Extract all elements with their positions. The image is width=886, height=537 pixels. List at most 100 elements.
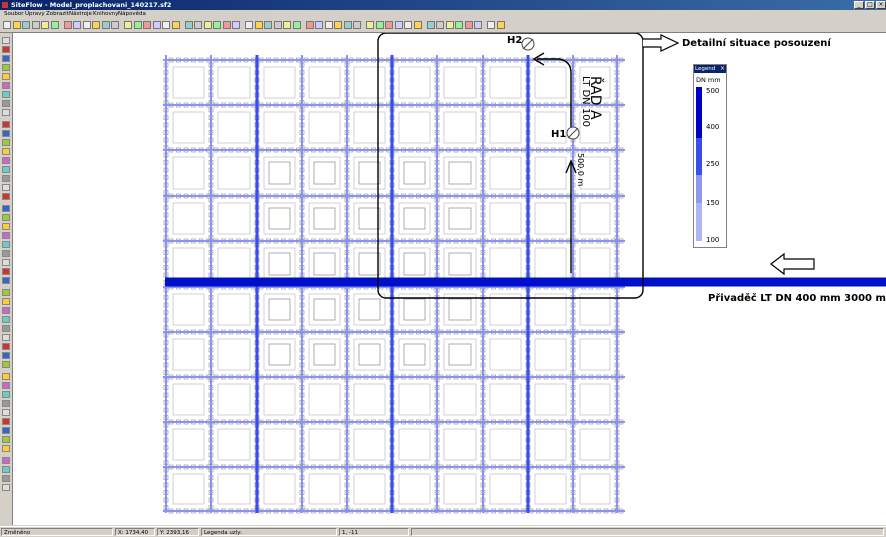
toolbar-button[interactable] [353,21,361,29]
tool-button[interactable] [2,361,10,368]
toolbar-button[interactable] [394,21,403,29]
toolbar-button[interactable] [315,21,323,29]
toolbar-button[interactable] [203,21,212,29]
tool-button[interactable] [2,166,10,173]
tool-button[interactable] [2,268,10,275]
toolbar-button[interactable] [101,21,110,29]
toolbar-button[interactable] [487,21,495,29]
toolbar-button[interactable] [111,21,119,29]
toolbar-button[interactable] [92,21,100,29]
tool-button[interactable] [2,457,10,464]
toolbar-button[interactable] [305,21,314,29]
tool-button[interactable] [2,307,10,314]
toolbar-button[interactable] [334,21,342,29]
tool-button[interactable] [2,325,10,332]
toolbar-button[interactable] [133,21,142,29]
toolbar-button[interactable] [184,21,193,29]
tool-button[interactable] [2,373,10,380]
tool-button[interactable] [2,130,10,137]
maximize-button[interactable]: □ [865,1,875,9]
tool-button[interactable] [2,205,10,212]
toolbar-button[interactable] [171,21,180,29]
toolbar-button[interactable] [464,21,473,29]
toolbar-button[interactable] [194,21,202,29]
toolbar-button[interactable] [436,21,444,29]
menu-napoveda[interactable]: Nápověda [118,10,146,19]
tool-button[interactable] [2,91,10,98]
toolbar-button[interactable] [292,21,301,29]
tool-button[interactable] [2,73,10,80]
tool-button[interactable] [2,298,10,305]
toolbar-button[interactable] [82,21,91,29]
drawing-canvas[interactable]: H2 H1 ŘAD A LT DN 100 500,0 m Detailní s… [13,33,886,525]
tool-button[interactable] [2,109,10,116]
legend-close-icon[interactable]: × [720,65,725,73]
menu-soubor[interactable]: Soubor [4,10,23,19]
menu-knihovny[interactable]: Knihovny [93,10,118,19]
toolbar-button[interactable] [63,21,72,29]
tool-button[interactable] [2,64,10,71]
tool-button[interactable] [2,436,10,443]
toolbar-button[interactable] [366,21,374,29]
toolbar-button[interactable] [232,21,240,29]
tool-button[interactable] [2,100,10,107]
toolbar-button[interactable] [254,21,263,29]
toolbar-button[interactable] [222,21,231,29]
tool-button[interactable] [2,343,10,350]
tool-button[interactable] [2,175,10,182]
menu-nastroje[interactable]: Nástroje [69,10,92,19]
tool-button[interactable] [2,148,10,155]
toolbar-button[interactable] [31,21,40,29]
tool-button[interactable] [2,193,10,200]
toolbar-button[interactable] [474,21,482,29]
toolbar-button[interactable] [124,21,132,29]
tool-button[interactable] [2,121,10,128]
toolbar-button[interactable] [455,21,463,29]
toolbar-button[interactable] [413,21,422,29]
toolbar-button[interactable] [324,21,333,29]
tool-button[interactable] [2,139,10,146]
tool-button[interactable] [2,37,10,44]
toolbar-button[interactable] [143,21,151,29]
tool-button[interactable] [2,46,10,53]
tool-button[interactable] [2,475,10,482]
tool-button[interactable] [2,289,10,296]
tool-button[interactable] [2,277,10,284]
tool-button[interactable] [2,352,10,359]
tool-button[interactable] [2,466,10,473]
minimize-button[interactable]: _ [854,1,864,9]
tool-button[interactable] [2,316,10,323]
tool-button[interactable] [2,82,10,89]
tool-button[interactable] [2,445,10,452]
toolbar-button[interactable] [73,21,81,29]
toolbar-button[interactable] [375,21,384,29]
tool-button[interactable] [2,400,10,407]
tool-button[interactable] [2,382,10,389]
toolbar-button[interactable] [264,21,272,29]
toolbar-button[interactable] [50,21,59,29]
tool-button[interactable] [2,157,10,164]
menu-upravy[interactable]: Úpravy [25,10,45,19]
toolbar-button[interactable] [426,21,435,29]
tool-button[interactable] [2,259,10,266]
toolbar-button[interactable] [41,21,49,29]
toolbar-button[interactable] [283,21,291,29]
toolbar-button[interactable] [3,21,11,29]
toolbar-button[interactable] [445,21,454,29]
toolbar-button[interactable] [245,21,253,29]
toolbar-button[interactable] [22,21,30,29]
close-button[interactable]: × [876,1,886,9]
tool-button[interactable] [2,184,10,191]
toolbar-button[interactable] [496,21,505,29]
toolbar-button[interactable] [385,21,393,29]
tool-button[interactable] [2,334,10,341]
toolbar-button[interactable] [213,21,221,29]
tool-button[interactable] [2,391,10,398]
tool-button[interactable] [2,232,10,239]
tool-button[interactable] [2,250,10,257]
toolbar-button[interactable] [152,21,161,29]
tool-button[interactable] [2,484,10,491]
legend-window[interactable]: Legend × DN mm 500 400 250 150 100 [693,64,727,248]
tool-button[interactable] [2,427,10,434]
tool-button[interactable] [2,418,10,425]
